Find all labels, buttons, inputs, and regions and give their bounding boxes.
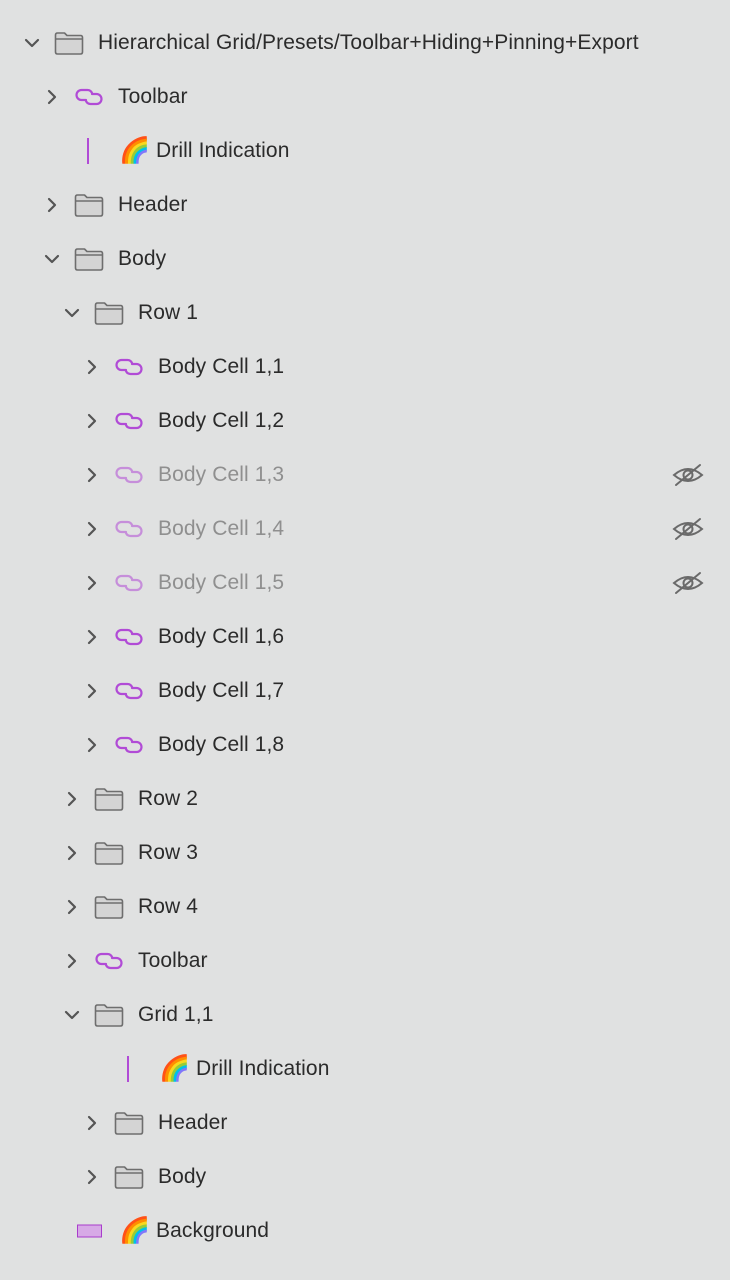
layer-row[interactable]: 🌈 Background [0,1204,730,1258]
layer-row[interactable]: Row 1 [0,286,730,340]
layer-row[interactable]: Body Cell 1,7 [0,664,730,718]
layer-label: Hierarchical Grid/Presets/Toolbar+Hiding… [98,31,639,54]
eye-off-icon[interactable] [670,514,706,544]
component-instance-icon [72,82,106,112]
folder-icon [92,892,126,922]
chevron-right-icon[interactable] [82,519,102,539]
layer-label: Header [158,1111,228,1134]
layer-row[interactable]: Toolbar [0,934,730,988]
rainbow-icon: 🌈 [119,136,151,165]
layer-row[interactable]: Body Cell 1,3 [0,448,730,502]
folder-icon [92,838,126,868]
layer-label: Body Cell 1,2 [158,409,285,432]
folder-icon [72,190,106,220]
chevron-right-icon[interactable] [62,789,82,809]
folder-icon [72,244,106,274]
chevron-right-icon[interactable] [82,1167,102,1187]
folder-icon [92,298,126,328]
frame-indicator [127,1056,129,1082]
layer-label: Body [158,1165,207,1188]
layer-label: Body Cell 1,8 [158,733,285,756]
chevron-right-icon[interactable] [82,681,102,701]
component-instance-icon [112,460,146,490]
chevron-down-icon[interactable] [42,249,62,269]
component-instance-icon [112,352,146,382]
eye-off-icon[interactable] [670,460,706,490]
layer-row[interactable]: Grid 1,1 [0,988,730,1042]
component-instance-icon [112,676,146,706]
layer-label: Body Cell 1,6 [158,625,285,648]
chevron-right-icon[interactable] [82,735,102,755]
layer-row[interactable]: Body [0,232,730,286]
layer-row[interactable]: Toolbar [0,70,730,124]
layer-label: Toolbar [138,949,208,972]
layer-label: Header [118,193,188,216]
rainbow-icon: 🌈 [159,1054,191,1083]
component-instance-icon [112,406,146,436]
chevron-right-icon[interactable] [62,951,82,971]
chevron-right-icon[interactable] [82,411,102,431]
layer-row[interactable]: Body Cell 1,8 [0,718,730,772]
layer-label: Toolbar [118,85,188,108]
chevron-down-icon[interactable] [62,303,82,323]
component-instance-icon [112,622,146,652]
component-instance-icon [112,514,146,544]
chevron-right-icon[interactable] [82,627,102,647]
layer-label: Body [118,247,167,270]
fill-swatch [77,1224,102,1238]
layer-label: Body Cell 1,5 [158,571,285,594]
layer-row[interactable]: Body Cell 1,1 [0,340,730,394]
layer-row[interactable]: Hierarchical Grid/Presets/Toolbar+Hiding… [0,16,730,70]
chevron-right-icon[interactable] [82,573,102,593]
layer-label: Drill Indication [156,139,290,162]
component-instance-icon [112,568,146,598]
layer-row[interactable]: Body Cell 1,4 [0,502,730,556]
component-instance-icon [112,730,146,760]
layer-row[interactable]: Body Cell 1,5 [0,556,730,610]
layer-label: Row 4 [138,895,199,918]
layer-label: Row 1 [138,301,199,324]
folder-icon [112,1108,146,1138]
layers-panel: Hierarchical Grid/Presets/Toolbar+Hiding… [0,0,730,1280]
layer-row[interactable]: Body [0,1150,730,1204]
layer-row[interactable]: Body Cell 1,2 [0,394,730,448]
layer-row[interactable]: 🌈 Drill Indication [0,124,730,178]
folder-icon [112,1162,146,1192]
layer-label: Row 3 [138,841,199,864]
layer-row[interactable]: Header [0,1096,730,1150]
layer-label: Body Cell 1,1 [158,355,285,378]
component-instance-icon [92,946,126,976]
layer-label: Drill Indication [196,1057,330,1080]
layer-row[interactable]: Body Cell 1,6 [0,610,730,664]
chevron-down-icon[interactable] [62,1005,82,1025]
chevron-right-icon[interactable] [42,195,62,215]
frame-indicator [87,138,89,164]
chevron-right-icon[interactable] [82,357,102,377]
layer-row[interactable]: Header [0,178,730,232]
chevron-right-icon[interactable] [62,897,82,917]
layer-label: Row 2 [138,787,199,810]
layer-label: Grid 1,1 [138,1003,214,1026]
chevron-right-icon[interactable] [82,1113,102,1133]
folder-icon [52,28,86,58]
layer-row[interactable]: 🌈 Drill Indication [0,1042,730,1096]
layer-label: Body Cell 1,7 [158,679,285,702]
folder-icon [92,1000,126,1030]
rainbow-icon: 🌈 [119,1216,151,1245]
layer-label: Body Cell 1,4 [158,517,285,540]
layer-row[interactable]: Row 2 [0,772,730,826]
chevron-right-icon[interactable] [62,843,82,863]
folder-icon [92,784,126,814]
eye-off-icon[interactable] [670,568,706,598]
layer-row[interactable]: Row 4 [0,880,730,934]
chevron-right-icon[interactable] [42,87,62,107]
layer-row[interactable]: Row 3 [0,826,730,880]
layer-label: Background [156,1219,270,1242]
chevron-down-icon[interactable] [22,33,42,53]
chevron-right-icon[interactable] [82,465,102,485]
layer-label: Body Cell 1,3 [158,463,285,486]
